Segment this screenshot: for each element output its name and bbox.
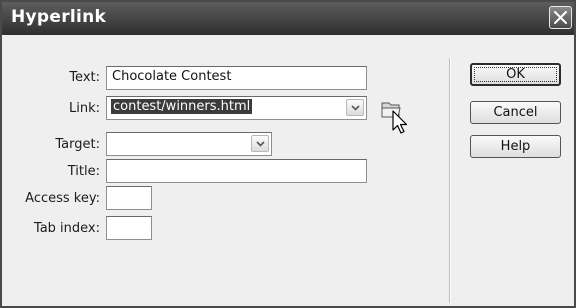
ok-button[interactable]: OK <box>470 63 561 86</box>
text-label: Text: <box>69 70 100 85</box>
text-input-value: Chocolate Contest <box>112 69 232 84</box>
link-input-value: contest/winners.html <box>111 99 253 114</box>
close-button[interactable] <box>549 6 572 29</box>
title-label: Title: <box>67 164 100 179</box>
tab-index-label: Tab index: <box>33 221 100 236</box>
title-input[interactable] <box>106 159 367 183</box>
folder-icon[interactable] <box>380 99 416 135</box>
text-input[interactable]: Chocolate Contest <box>106 66 367 90</box>
link-combobox[interactable]: contest/winners.html <box>106 96 367 120</box>
title-bar[interactable]: Hyperlink <box>2 2 574 35</box>
link-label: Link: <box>68 101 100 116</box>
access-key-label: Access key: <box>25 191 100 206</box>
access-key-input[interactable] <box>106 186 152 210</box>
chevron-down-icon <box>256 141 265 147</box>
help-button[interactable]: Help <box>470 135 561 158</box>
help-button-label: Help <box>500 139 531 154</box>
link-dropdown-button[interactable] <box>346 99 364 116</box>
cancel-button[interactable]: Cancel <box>470 101 561 124</box>
target-dropdown-button[interactable] <box>251 135 269 152</box>
target-label: Target: <box>55 137 100 152</box>
vertical-divider <box>449 58 450 303</box>
close-icon <box>554 11 567 24</box>
chevron-down-icon <box>351 105 360 111</box>
target-select[interactable] <box>106 132 272 156</box>
dialog-title: Hyperlink <box>11 7 107 27</box>
cursor-icon <box>392 110 408 134</box>
focus-ring <box>474 67 557 82</box>
cancel-button-label: Cancel <box>493 105 538 120</box>
tab-index-input[interactable] <box>106 216 152 240</box>
hyperlink-dialog: Hyperlink Text: Chocolate Contest Link: … <box>0 0 576 308</box>
